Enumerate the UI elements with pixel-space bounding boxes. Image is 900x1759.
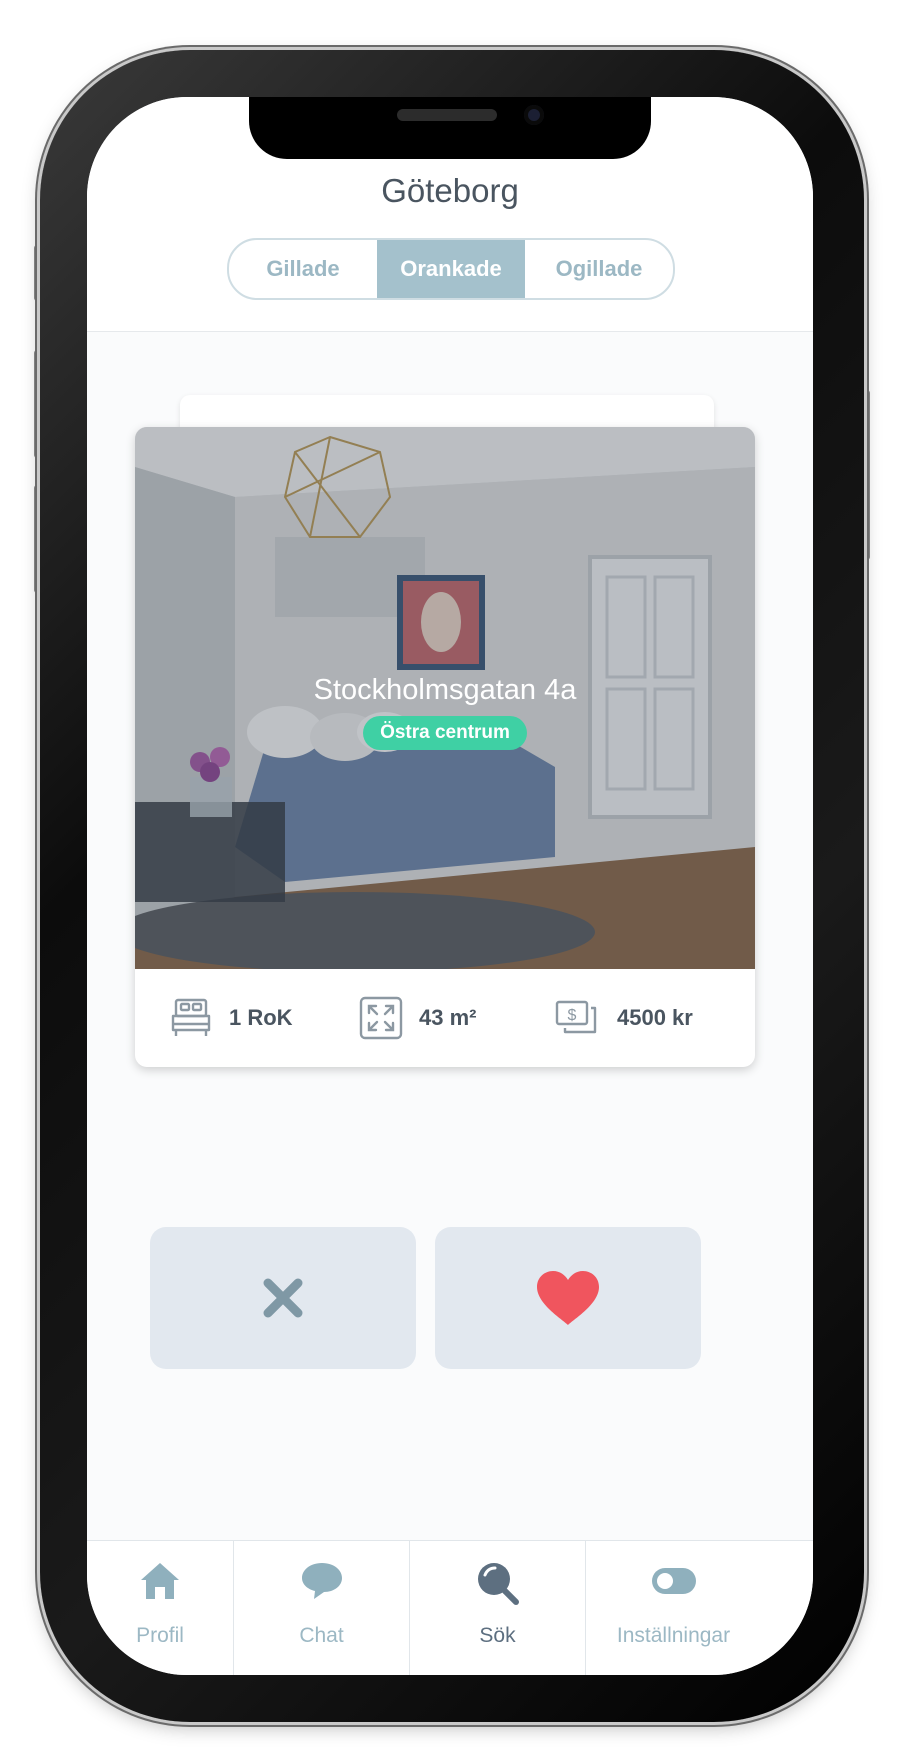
listing-stats: 1 RoK 43 m² $ 4500 kr <box>135 969 755 1067</box>
stat-size: 43 m² <box>359 996 476 1040</box>
listing-photo: Stockholmsgatan 4a Östra centrum <box>135 427 755 969</box>
speaker <box>397 109 497 121</box>
listing-street: Stockholmsgatan 4a <box>313 674 577 706</box>
tab-label-installningar: Inställningar <box>616 1624 731 1647</box>
close-icon <box>263 1278 303 1318</box>
power-button <box>864 390 870 560</box>
tab-profil[interactable]: Profil <box>87 1541 233 1675</box>
segment-gillade[interactable]: Gillade <box>229 240 377 298</box>
phone-mockup: Göteborg Gillade Orankade Ogillade Stock… <box>0 0 900 1759</box>
tab-label-profil: Profil <box>136 1624 184 1647</box>
rent-value: 4500 kr <box>617 1005 693 1030</box>
tab-label-chat: Chat <box>299 1624 344 1647</box>
tab-installningar[interactable]: Inställningar <box>586 1541 761 1675</box>
bed-icon <box>171 998 211 1036</box>
svg-text:$: $ <box>568 1007 577 1024</box>
tab-label-sok: Sök <box>479 1624 516 1647</box>
size-value: 43 m² <box>419 1005 477 1030</box>
expand-icon <box>359 996 403 1040</box>
stat-rooms: 1 RoK <box>169 996 293 1040</box>
money-icon: $ <box>555 1000 597 1034</box>
rooms-value: 1 RoK <box>229 1005 293 1030</box>
heart-icon <box>537 1271 599 1325</box>
tab-chat[interactable]: Chat <box>234 1541 409 1675</box>
segment-ogillade[interactable]: Ogillade <box>525 240 673 298</box>
tab-bar: Profil Chat Sök Inställningar <box>87 1540 813 1675</box>
listing-card[interactable]: Stockholmsgatan 4a Östra centrum 1 RoK 4… <box>135 427 755 1067</box>
segment-orankade[interactable]: Orankade <box>377 240 525 298</box>
chat-bubble-icon <box>301 1563 342 1599</box>
area-badge: Östra centrum <box>363 716 527 750</box>
stat-rent: $ 4500 kr <box>555 998 693 1038</box>
segmented-control: Gillade Orankade Ogillade <box>227 238 675 300</box>
tab-sok[interactable]: Sök <box>410 1541 585 1675</box>
front-camera <box>524 105 544 125</box>
home-icon <box>141 1563 179 1599</box>
page-title: Göteborg <box>381 172 519 209</box>
search-icon <box>477 1563 519 1605</box>
dislike-button[interactable] <box>150 1227 416 1369</box>
toggle-icon <box>651 1568 696 1594</box>
app-screen: Göteborg Gillade Orankade Ogillade Stock… <box>87 97 813 1675</box>
like-button[interactable] <box>435 1227 701 1369</box>
notch <box>249 97 651 159</box>
